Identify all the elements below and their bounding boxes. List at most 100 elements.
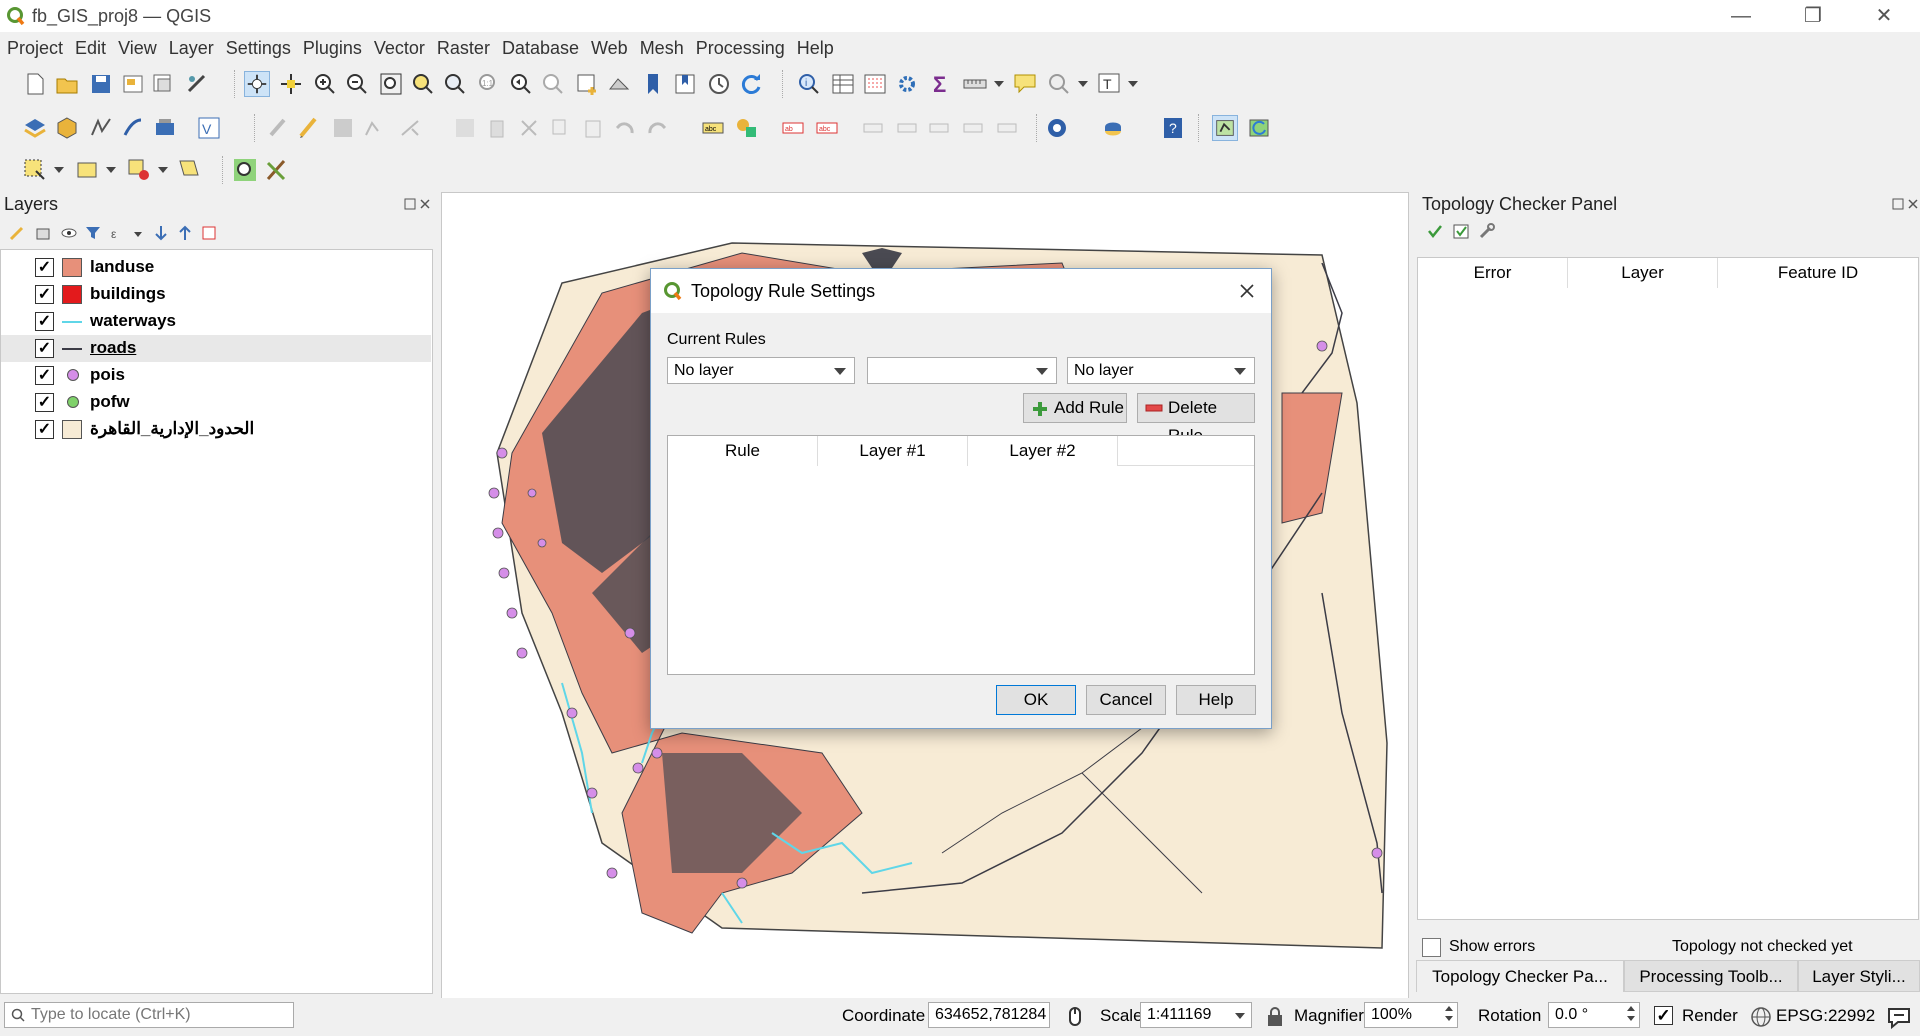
crs-label[interactable]: EPSG:22992 bbox=[1776, 1006, 1875, 1026]
select-features-icon[interactable] bbox=[22, 157, 48, 183]
pan-to-selection-icon[interactable] bbox=[278, 71, 304, 97]
zoom-last-icon[interactable] bbox=[508, 71, 534, 97]
layer-visibility-checkbox[interactable]: ✓ bbox=[35, 339, 54, 358]
add-rule-button[interactable]: Add Rule bbox=[1023, 393, 1127, 423]
add-feature-icon[interactable] bbox=[362, 115, 388, 141]
new-print-layout-icon[interactable] bbox=[120, 71, 146, 97]
vertex-tool-icon[interactable] bbox=[398, 115, 424, 141]
lock-scale-icon[interactable] bbox=[1266, 1006, 1284, 1028]
menu-layer[interactable]: Layer bbox=[162, 32, 219, 59]
spin-down-icon[interactable] bbox=[1445, 1016, 1453, 1021]
column-header-feature-id[interactable]: Feature ID bbox=[1718, 258, 1918, 288]
menu-view[interactable]: View bbox=[111, 32, 162, 59]
filter-legend-icon[interactable] bbox=[84, 224, 102, 242]
new-virtual-layer-icon[interactable] bbox=[152, 115, 178, 141]
delete-rule-button[interactable]: Delete Rule bbox=[1137, 393, 1255, 445]
layer1-select[interactable]: No layer bbox=[667, 357, 855, 384]
menu-settings[interactable]: Settings bbox=[219, 32, 296, 59]
select-by-value-dropdown-icon[interactable] bbox=[106, 167, 116, 173]
configure-rules-icon[interactable] bbox=[1478, 222, 1496, 240]
zoom-to-selection-icon[interactable] bbox=[410, 71, 436, 97]
column-header-layer2[interactable]: Layer #2 bbox=[968, 436, 1118, 466]
data-source-manager-icon[interactable] bbox=[22, 115, 48, 141]
show-hide-labels-icon[interactable] bbox=[960, 115, 986, 141]
layer-visibility-checkbox[interactable]: ✓ bbox=[35, 366, 54, 385]
restore-button[interactable]: ❐ bbox=[1784, 0, 1842, 32]
column-header-rule[interactable]: Rule bbox=[668, 436, 818, 466]
layer-visibility-checkbox[interactable]: ✓ bbox=[35, 312, 54, 331]
menu-database[interactable]: Database bbox=[495, 32, 584, 59]
zoom-full-icon[interactable] bbox=[378, 71, 404, 97]
toggle-editing-icon[interactable] bbox=[296, 115, 322, 141]
refresh-icon[interactable] bbox=[738, 71, 764, 97]
measure-dropdown-icon[interactable] bbox=[994, 81, 1004, 87]
layer-row-boundary[interactable]: ✓ الحدود_الإدارية_القاهرة bbox=[1, 416, 431, 443]
close-icon[interactable] bbox=[1239, 283, 1255, 299]
rotation-spinbox[interactable]: 0.0 ° bbox=[1548, 1002, 1640, 1028]
undo-icon[interactable] bbox=[612, 115, 638, 141]
menu-raster[interactable]: Raster bbox=[430, 32, 495, 59]
layer-diagram-options-icon[interactable] bbox=[734, 115, 760, 141]
annotation-dropdown-icon[interactable] bbox=[1078, 81, 1088, 87]
geometry-checker-icon[interactable] bbox=[1246, 115, 1272, 141]
layer-row-landuse[interactable]: ✓ landuse bbox=[1, 254, 431, 281]
modify-attributes-icon[interactable] bbox=[452, 115, 478, 141]
tab-topology-checker[interactable]: Topology Checker Pa... bbox=[1416, 960, 1624, 992]
magnifier-spinbox[interactable]: 100% bbox=[1364, 1002, 1458, 1028]
move-label-icon[interactable] bbox=[860, 115, 886, 141]
menu-edit[interactable]: Edit bbox=[68, 32, 111, 59]
zoom-native-icon[interactable]: 1:1 bbox=[476, 71, 502, 97]
spin-up-icon[interactable] bbox=[1627, 1006, 1635, 1011]
cut-features-icon[interactable] bbox=[516, 115, 542, 141]
zoom-to-layer-icon[interactable] bbox=[442, 71, 468, 97]
new-3d-map-view-icon[interactable] bbox=[606, 71, 632, 97]
add-group-icon[interactable] bbox=[34, 224, 52, 242]
column-header-layer[interactable]: Layer bbox=[1568, 258, 1718, 288]
cancel-button[interactable]: Cancel bbox=[1086, 685, 1166, 715]
help-button[interactable]: Help bbox=[1176, 685, 1256, 715]
select-location-icon[interactable] bbox=[176, 157, 202, 183]
deselect-all-icon[interactable] bbox=[126, 157, 152, 183]
paste-features-icon[interactable] bbox=[580, 115, 606, 141]
layer-row-pois[interactable]: ✓ pois bbox=[1, 362, 431, 389]
topology-checker-icon[interactable] bbox=[1212, 115, 1238, 141]
show-spatial-bookmarks-icon[interactable] bbox=[672, 71, 698, 97]
layout-manager-icon[interactable] bbox=[150, 71, 176, 97]
menu-project[interactable]: Project bbox=[0, 32, 68, 59]
layer-row-pofw[interactable]: ✓ pofw bbox=[1, 389, 431, 416]
menu-help[interactable]: Help bbox=[790, 32, 839, 59]
pan-map-icon[interactable] bbox=[244, 71, 270, 97]
processing-toolbox-icon[interactable] bbox=[894, 71, 920, 97]
map-tips-icon[interactable] bbox=[1012, 71, 1038, 97]
new-shapefile-layer-icon[interactable] bbox=[88, 115, 114, 141]
change-label-icon[interactable] bbox=[926, 115, 952, 141]
zoom-out-icon[interactable] bbox=[344, 71, 370, 97]
label-toolbar-icon[interactable]: abc bbox=[700, 115, 726, 141]
column-header-error[interactable]: Error bbox=[1418, 258, 1568, 288]
layer-row-roads[interactable]: ✓ roads bbox=[1, 335, 431, 362]
show-errors-checkbox[interactable] bbox=[1422, 938, 1441, 957]
rotate-label-icon[interactable] bbox=[894, 115, 920, 141]
tab-layer-styling[interactable]: Layer Styli... bbox=[1798, 960, 1920, 992]
pin-unpin-labels-icon[interactable] bbox=[994, 115, 1020, 141]
new-map-view-icon[interactable] bbox=[574, 71, 600, 97]
deselect-dropdown-icon[interactable] bbox=[158, 167, 168, 173]
float-panel-icon[interactable] bbox=[1892, 198, 1904, 210]
menu-web[interactable]: Web bbox=[584, 32, 633, 59]
help-contents-icon[interactable]: ? bbox=[1160, 115, 1186, 141]
identify-features-icon[interactable]: i bbox=[796, 71, 822, 97]
metasearch-icon[interactable] bbox=[1044, 115, 1070, 141]
open-project-icon[interactable] bbox=[54, 71, 80, 97]
highlight-pinned-labels-icon[interactable]: ab bbox=[780, 115, 806, 141]
locator-search-input[interactable]: Type to locate (Ctrl+K) bbox=[4, 1002, 294, 1028]
open-attribute-table-icon[interactable] bbox=[830, 71, 856, 97]
menu-plugins[interactable]: Plugins bbox=[296, 32, 367, 59]
ok-button[interactable]: OK bbox=[996, 685, 1076, 715]
validate-all-icon[interactable] bbox=[1426, 222, 1444, 240]
open-layer-styling-icon[interactable] bbox=[8, 224, 26, 242]
new-spatialite-layer-icon[interactable] bbox=[120, 115, 146, 141]
open-field-calculator-icon[interactable] bbox=[862, 71, 888, 97]
rule-select[interactable] bbox=[867, 357, 1057, 384]
layer-visibility-checkbox[interactable]: ✓ bbox=[35, 420, 54, 439]
menu-processing[interactable]: Processing bbox=[689, 32, 790, 59]
